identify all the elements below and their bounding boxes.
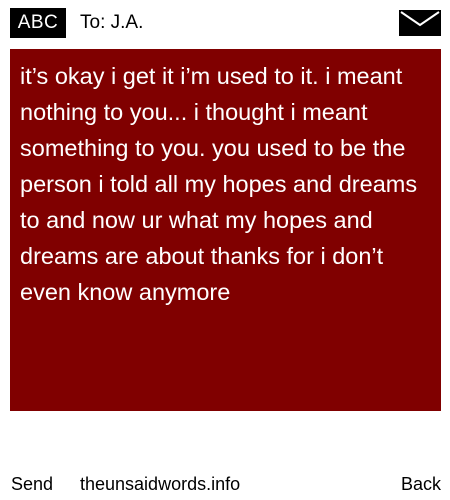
softkey-bar: Send theunsaidwords.info Back — [0, 469, 450, 499]
input-mode-badge[interactable]: ABC — [10, 8, 66, 38]
phone-screen: ABC To: J.A. it’s okay i get it i’m used… — [0, 0, 450, 500]
envelope-icon — [399, 10, 441, 36]
recipient-field[interactable]: To: J.A. — [80, 8, 143, 38]
site-link[interactable]: theunsaidwords.info — [80, 469, 240, 499]
back-button[interactable]: Back — [401, 469, 441, 499]
header-bar: ABC To: J.A. — [0, 0, 450, 46]
send-button[interactable]: Send — [11, 469, 53, 499]
message-body[interactable]: it’s okay i get it i’m used to it. i mea… — [10, 49, 441, 411]
message-text: it’s okay i get it i’m used to it. i mea… — [20, 63, 418, 305]
